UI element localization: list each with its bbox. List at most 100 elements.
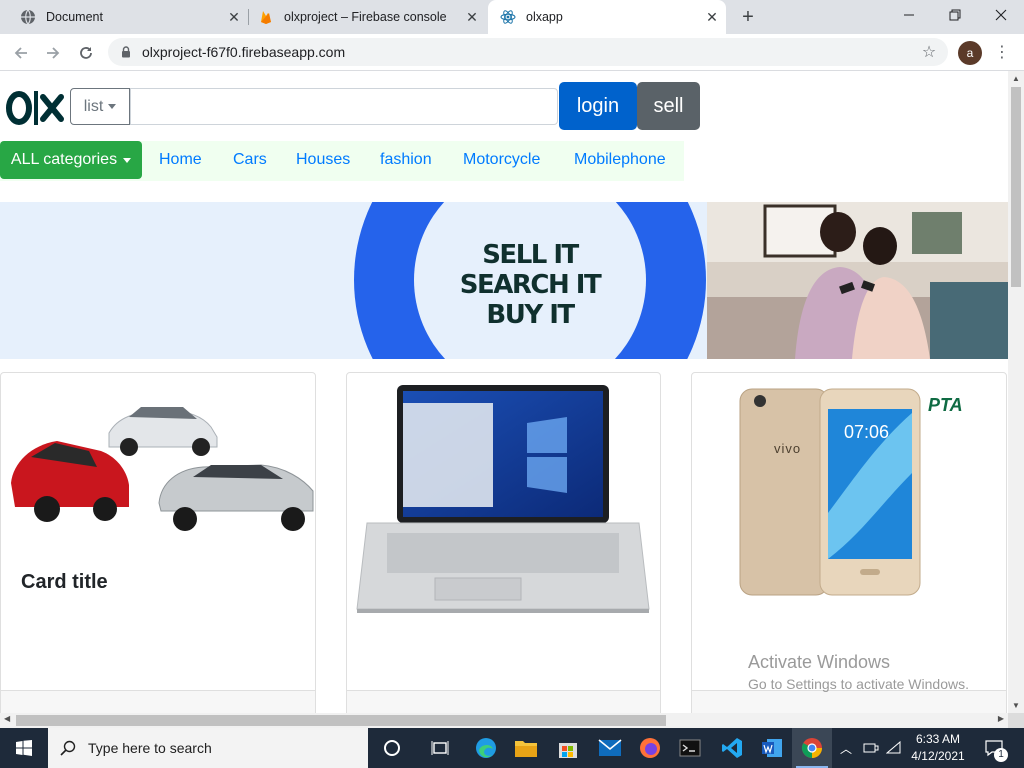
bookmark-star-icon[interactable]: ☆: [918, 42, 940, 64]
close-icon[interactable]: ✕: [464, 9, 480, 25]
tab-olxapp[interactable]: olxapp ✕: [488, 0, 726, 34]
url-field[interactable]: olxproject-f67f0.firebaseapp.com: [108, 38, 948, 66]
caret-down-icon: [123, 157, 132, 163]
tray-network-icon[interactable]: [860, 728, 882, 768]
search-input[interactable]: [130, 88, 558, 125]
taskbar-search[interactable]: Type here to search: [48, 728, 368, 768]
reload-button[interactable]: [73, 40, 99, 66]
search-icon: [60, 740, 76, 756]
browser-menu-icon[interactable]: ⋮: [992, 41, 1012, 65]
card-footer: [1, 690, 315, 713]
horizontal-scrollbar[interactable]: ◀ ▶: [0, 713, 1008, 728]
edge-icon[interactable]: [466, 728, 506, 768]
tab-document[interactable]: Document ✕: [12, 0, 248, 34]
start-button[interactable]: [0, 728, 48, 768]
tray-wifi-icon[interactable]: [884, 728, 904, 768]
close-window-button[interactable]: [978, 0, 1024, 30]
tab-separator: [248, 9, 249, 25]
arrow-left-icon: [14, 47, 27, 59]
product-card-cars[interactable]: Card title: [0, 372, 316, 713]
lock-icon: [122, 46, 130, 58]
vertical-scrollbar[interactable]: ▲ ▼: [1008, 71, 1024, 713]
task-view-icon[interactable]: [420, 728, 460, 768]
mail-icon[interactable]: [590, 728, 630, 768]
list-dropdown[interactable]: list: [70, 88, 130, 125]
scroll-up-icon[interactable]: ▲: [1012, 74, 1020, 83]
tab-firebase[interactable]: olxproject – Firebase console ✕: [250, 0, 486, 34]
taskbar-search-placeholder: Type here to search: [88, 740, 212, 756]
chrome-icon[interactable]: [792, 728, 832, 768]
product-card-laptop[interactable]: [346, 372, 661, 713]
login-button[interactable]: login: [559, 82, 637, 130]
list-dropdown-label: list: [83, 97, 104, 115]
close-icon: [995, 9, 1007, 21]
profile-avatar[interactable]: a: [958, 41, 982, 65]
scroll-right-icon[interactable]: ▶: [998, 714, 1004, 723]
banner-line: SEARCH IT: [459, 270, 602, 300]
new-tab-button[interactable]: +: [734, 5, 762, 29]
scroll-thumb[interactable]: [1011, 87, 1021, 287]
forward-button[interactable]: [40, 40, 66, 66]
taskbar-clock[interactable]: 6:33 AM 4/12/2021: [905, 731, 971, 765]
banner-line: BUY IT: [486, 300, 575, 330]
scroll-down-icon[interactable]: ▼: [1012, 701, 1020, 710]
phone-clock: 07:06: [844, 422, 890, 442]
restore-icon: [949, 9, 961, 21]
tab-bar: Document ✕ olxproject – Firebase console…: [0, 0, 1024, 34]
terminal-icon[interactable]: [670, 728, 710, 768]
clock-time: 6:33 AM: [915, 732, 961, 746]
restore-button[interactable]: [932, 0, 978, 30]
nav-link-fashion[interactable]: fashion: [380, 151, 432, 169]
minimize-icon: [904, 14, 914, 16]
windows-logo-icon: [16, 740, 32, 756]
page-viewport: list login sell ALL categories Home Cars…: [0, 71, 1008, 713]
card-title: Card title: [21, 571, 108, 593]
activate-windows-title: Activate Windows: [748, 652, 891, 672]
promo-banner: SELL IT SEARCH IT BUY IT: [0, 202, 1008, 359]
minimize-button[interactable]: [886, 0, 932, 30]
arrow-right-icon: [47, 47, 60, 59]
phone-brand-label: vivo: [774, 441, 802, 456]
react-icon: [500, 10, 516, 24]
store-icon[interactable]: [548, 728, 588, 768]
laptop-image: [356, 385, 650, 613]
address-bar: olxproject-f67f0.firebaseapp.com ☆ a ⋮: [0, 34, 1024, 71]
tray-chevron-up-icon[interactable]: ︿: [836, 728, 856, 768]
globe-icon: [21, 9, 35, 25]
taskbar: Type here to search ︿ 6:33 AM 4/12/2021: [0, 728, 1024, 768]
nav-link-home[interactable]: Home: [159, 151, 202, 169]
notification-center-icon[interactable]: 1: [980, 728, 1008, 768]
tab-title: olxapp: [526, 10, 563, 24]
scroll-left-icon[interactable]: ◀: [4, 714, 10, 723]
card-footer: [692, 690, 1006, 713]
tab-title: Document: [46, 10, 103, 24]
caret-down-icon: [108, 104, 117, 109]
tab-title: olxproject – Firebase console: [284, 10, 447, 24]
firefox-icon[interactable]: [630, 728, 670, 768]
firebase-icon: [261, 11, 271, 24]
back-button[interactable]: [8, 40, 34, 66]
banner-text: SELL IT SEARCH IT BUY IT: [456, 240, 604, 330]
reload-icon: [80, 47, 92, 59]
close-icon[interactable]: ✕: [226, 9, 242, 25]
scroll-thumb[interactable]: [16, 715, 666, 726]
close-icon[interactable]: ✕: [704, 9, 720, 25]
sell-button[interactable]: sell: [637, 82, 700, 130]
card-footer: [347, 690, 660, 713]
pta-badge: PTA: [928, 395, 963, 415]
nav-link-motorcycle[interactable]: Motorcycle: [463, 151, 540, 169]
nav-link-houses[interactable]: Houses: [296, 151, 350, 169]
activate-windows-subtitle: Go to Settings to activate Windows.: [748, 676, 969, 692]
vscode-icon[interactable]: [712, 728, 752, 768]
file-explorer-icon[interactable]: [506, 728, 546, 768]
cars-image: [11, 407, 314, 531]
all-categories-button[interactable]: ALL categories: [0, 141, 142, 179]
nav-link-mobilephone[interactable]: Mobilephone: [574, 151, 666, 169]
url-text: olxproject-f67f0.firebaseapp.com: [142, 44, 346, 60]
nav-link-cars[interactable]: Cars: [233, 151, 267, 169]
cortana-icon[interactable]: [372, 728, 412, 768]
word-icon[interactable]: [752, 728, 792, 768]
notification-count-badge: 1: [994, 748, 1008, 762]
olx-logo[interactable]: [6, 85, 64, 131]
clock-date: 4/12/2021: [911, 749, 965, 763]
